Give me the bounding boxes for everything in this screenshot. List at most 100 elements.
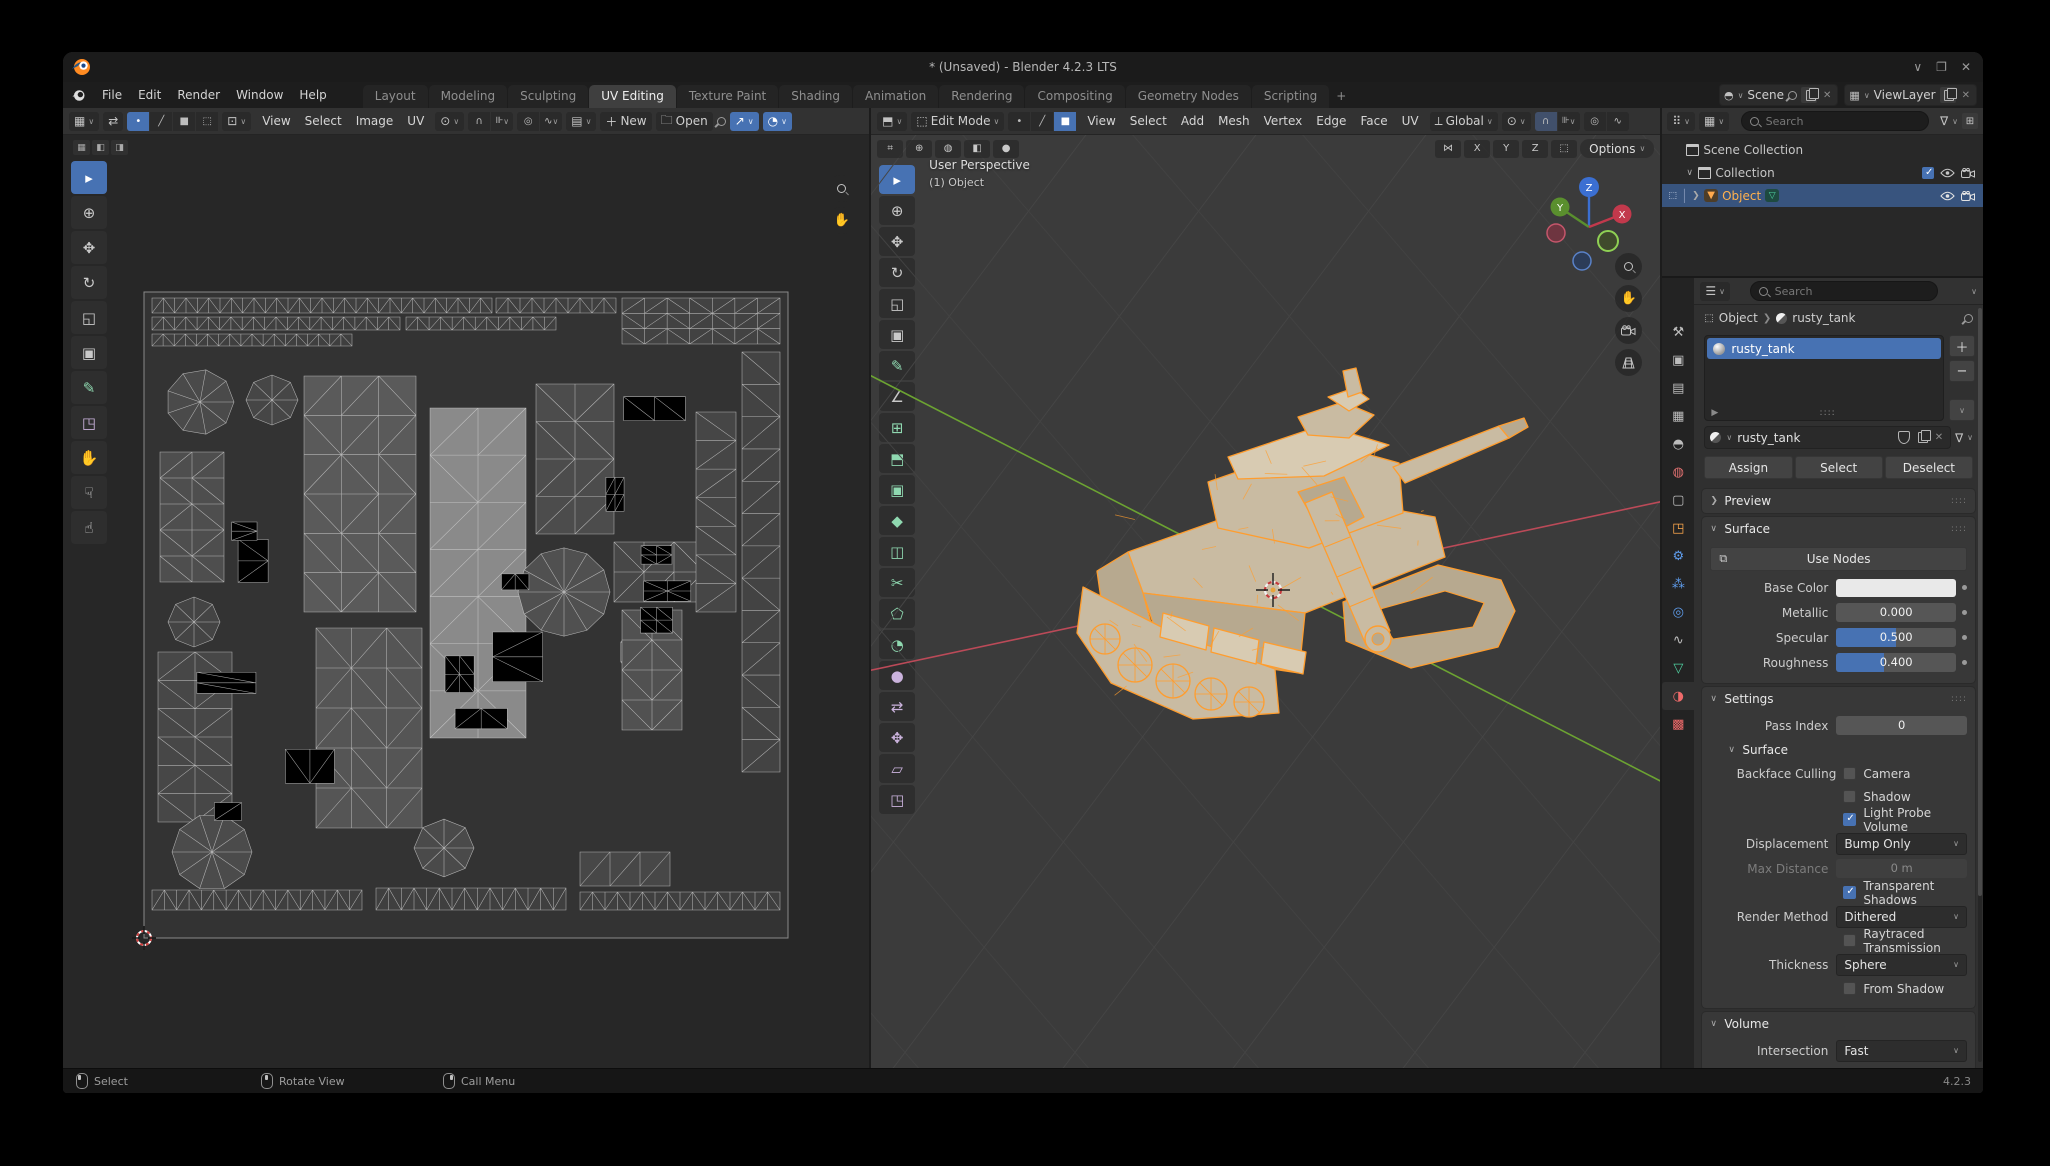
outliner-row-scene-collection[interactable]: Scene Collection bbox=[1662, 138, 1983, 161]
workspace-tab[interactable]: Geometry Nodes bbox=[1126, 85, 1251, 108]
menu-item[interactable]: Mesh bbox=[1211, 114, 1257, 128]
properties-scrollbar[interactable] bbox=[1978, 308, 1982, 1062]
constraints-tab[interactable]: ∿ bbox=[1662, 626, 1694, 654]
material-slot-list[interactable]: rusty_tank ▶ :::: bbox=[1704, 335, 1944, 421]
camera-checkbox[interactable] bbox=[1843, 767, 1856, 780]
menu-item[interactable]: UV bbox=[1395, 114, 1426, 128]
menu-item[interactable]: View bbox=[255, 114, 297, 128]
menu-item[interactable]: Face bbox=[1353, 114, 1394, 128]
menu-item[interactable]: File bbox=[94, 82, 130, 108]
zoom-icon[interactable] bbox=[828, 175, 855, 202]
workspace-tab[interactable]: Shading bbox=[779, 85, 852, 108]
pan-hand-icon[interactable]: ✋ bbox=[828, 207, 855, 234]
menu-item[interactable]: Render bbox=[169, 82, 228, 108]
outliner-row-collection[interactable]: ∨ Collection bbox=[1662, 161, 1983, 184]
fake-user-shield-icon[interactable] bbox=[1898, 431, 1910, 444]
proportional-edit-toggle[interactable]: ◎ bbox=[517, 112, 539, 131]
render-tab[interactable]: ▣ bbox=[1662, 346, 1694, 374]
texture-tab[interactable]: ▩ bbox=[1662, 710, 1694, 738]
falloff-button[interactable]: ∿ bbox=[1607, 112, 1629, 131]
outliner-display-mode-button[interactable]: ⠿∨ bbox=[1667, 112, 1695, 131]
material-tab[interactable]: ◑ bbox=[1662, 682, 1694, 710]
eye-icon[interactable] bbox=[1940, 168, 1955, 178]
settings-panel-header[interactable]: ∨ Settings :::: bbox=[1702, 687, 1975, 711]
image-browse-button[interactable]: ▤∨ bbox=[566, 112, 596, 131]
raytraced-transmission-checkbox[interactable] bbox=[1843, 934, 1856, 947]
panel-grip[interactable]: :::: bbox=[1951, 524, 1967, 534]
keyframe-dot-icon[interactable] bbox=[1962, 610, 1967, 615]
metallic-slider[interactable]: 0.000 bbox=[1836, 603, 1956, 622]
blender-menu-icon[interactable] bbox=[71, 88, 86, 103]
render-method-dropdown[interactable]: Dithered∨ bbox=[1836, 906, 1967, 928]
slot-list-grip[interactable]: :::: bbox=[1820, 408, 1836, 418]
workspace-tab[interactable]: Texture Paint bbox=[677, 85, 778, 108]
pin-icon[interactable] bbox=[1962, 312, 1975, 325]
menu-item[interactable]: View bbox=[1080, 114, 1122, 128]
minimize-icon[interactable]: ∨ bbox=[1913, 60, 1922, 74]
collection-tab[interactable]: ▢ bbox=[1662, 486, 1694, 514]
expand-caret-icon[interactable]: ∨ bbox=[1686, 168, 1694, 178]
mirror-icon[interactable]: ⋈ bbox=[1435, 140, 1461, 158]
snap-toggle[interactable]: ∩ bbox=[468, 112, 490, 131]
base-color-swatch[interactable] bbox=[1836, 579, 1956, 597]
menu-item[interactable]: Help bbox=[291, 82, 334, 108]
keyframe-dot-icon[interactable] bbox=[1962, 660, 1967, 665]
material-datablock[interactable]: ∨ rusty_tank ✕ bbox=[1704, 426, 1951, 449]
axis-toggle-z[interactable]: Z bbox=[1522, 140, 1548, 158]
scene-tab[interactable]: ◓ bbox=[1662, 430, 1694, 458]
uv-vertex-select[interactable]: • bbox=[127, 112, 149, 131]
outliner-search-input[interactable] bbox=[1764, 114, 1920, 129]
properties-search-input[interactable] bbox=[1773, 284, 1929, 299]
menu-item[interactable]: Edge bbox=[1309, 114, 1353, 128]
pivot-point-button[interactable]: ⊙∨ bbox=[435, 112, 464, 131]
uv-edge-select[interactable]: ╱ bbox=[150, 112, 172, 131]
menu-item[interactable]: Add bbox=[1174, 114, 1211, 128]
properties-search[interactable] bbox=[1750, 281, 1938, 301]
use-nodes-button[interactable]: ⧉ Use Nodes bbox=[1710, 547, 1967, 571]
transparent-shadows-checkbox[interactable] bbox=[1843, 886, 1856, 899]
object-tab[interactable]: ◳ bbox=[1662, 514, 1694, 542]
maximize-icon[interactable]: ❐ bbox=[1936, 60, 1947, 74]
workspace-tab[interactable]: Animation bbox=[853, 85, 938, 108]
pin-icon[interactable] bbox=[715, 115, 728, 128]
camera-visibility-icon[interactable] bbox=[1961, 168, 1975, 178]
new-scene-button[interactable] bbox=[1801, 87, 1817, 103]
intersection-dropdown[interactable]: Fast∨ bbox=[1836, 1040, 1967, 1062]
vertex-select[interactable]: • bbox=[1008, 112, 1030, 131]
shading-mode-icon[interactable]: ● bbox=[993, 140, 1019, 158]
remove-viewlayer-icon[interactable]: ✕ bbox=[1960, 90, 1972, 101]
remove-slot-button[interactable]: − bbox=[1949, 360, 1975, 382]
object-data-tab[interactable]: ▽ bbox=[1662, 654, 1694, 682]
view-object-types-icon[interactable]: ⌗ bbox=[877, 140, 903, 158]
new-viewlayer-button[interactable] bbox=[1940, 87, 1956, 103]
uv-editor-type-button[interactable]: ▦∨ bbox=[69, 112, 99, 131]
viewport-editor-type-button[interactable]: ⬒∨ bbox=[877, 112, 907, 131]
workspace-tab[interactable]: Modeling bbox=[429, 85, 508, 108]
options-dropdown[interactable]: Options∨ bbox=[1580, 139, 1654, 158]
filter-icon[interactable]: ∇ bbox=[1955, 431, 1963, 445]
snap-settings-button[interactable]: ⊪∨ bbox=[1558, 112, 1580, 131]
menu-item[interactable]: UV bbox=[400, 114, 431, 128]
axis-toggle-y[interactable]: Y bbox=[1493, 140, 1519, 158]
new-collection-button[interactable]: ⊞ bbox=[1962, 113, 1978, 129]
properties-editor-type-button[interactable]: ☰∨ bbox=[1700, 282, 1730, 301]
light-probe-volume-checkbox[interactable] bbox=[1843, 813, 1856, 826]
menu-item[interactable]: Vertex bbox=[1257, 114, 1310, 128]
physics-tab[interactable]: ◎ bbox=[1662, 598, 1694, 626]
roughness-slider[interactable]: 0.400 bbox=[1836, 653, 1956, 672]
slot-specials-button[interactable]: ∨ bbox=[1949, 399, 1975, 421]
menu-item[interactable]: Edit bbox=[130, 82, 169, 108]
surface-panel-header[interactable]: ∨ Surface :::: bbox=[1702, 517, 1975, 541]
workspace-tab[interactable]: Compositing bbox=[1025, 85, 1124, 108]
snap-toggle[interactable]: ∩ bbox=[1535, 112, 1557, 131]
pin-icon[interactable] bbox=[1786, 89, 1799, 102]
material-slot-selected[interactable]: rusty_tank bbox=[1707, 338, 1941, 359]
axis-toggle-x[interactable]: X bbox=[1464, 140, 1490, 158]
xray-toggle-icon[interactable]: ◧ bbox=[964, 140, 990, 158]
face-select[interactable]: ■ bbox=[1054, 112, 1076, 131]
workspace-tab[interactable]: Layout bbox=[363, 85, 428, 108]
pivot-point-button[interactable]: ⊙∨ bbox=[1502, 112, 1531, 131]
menu-item[interactable]: Image bbox=[349, 114, 401, 128]
show-gizmo-icon[interactable]: ⊕ bbox=[906, 140, 932, 158]
camera-visibility-icon[interactable] bbox=[1961, 191, 1975, 201]
